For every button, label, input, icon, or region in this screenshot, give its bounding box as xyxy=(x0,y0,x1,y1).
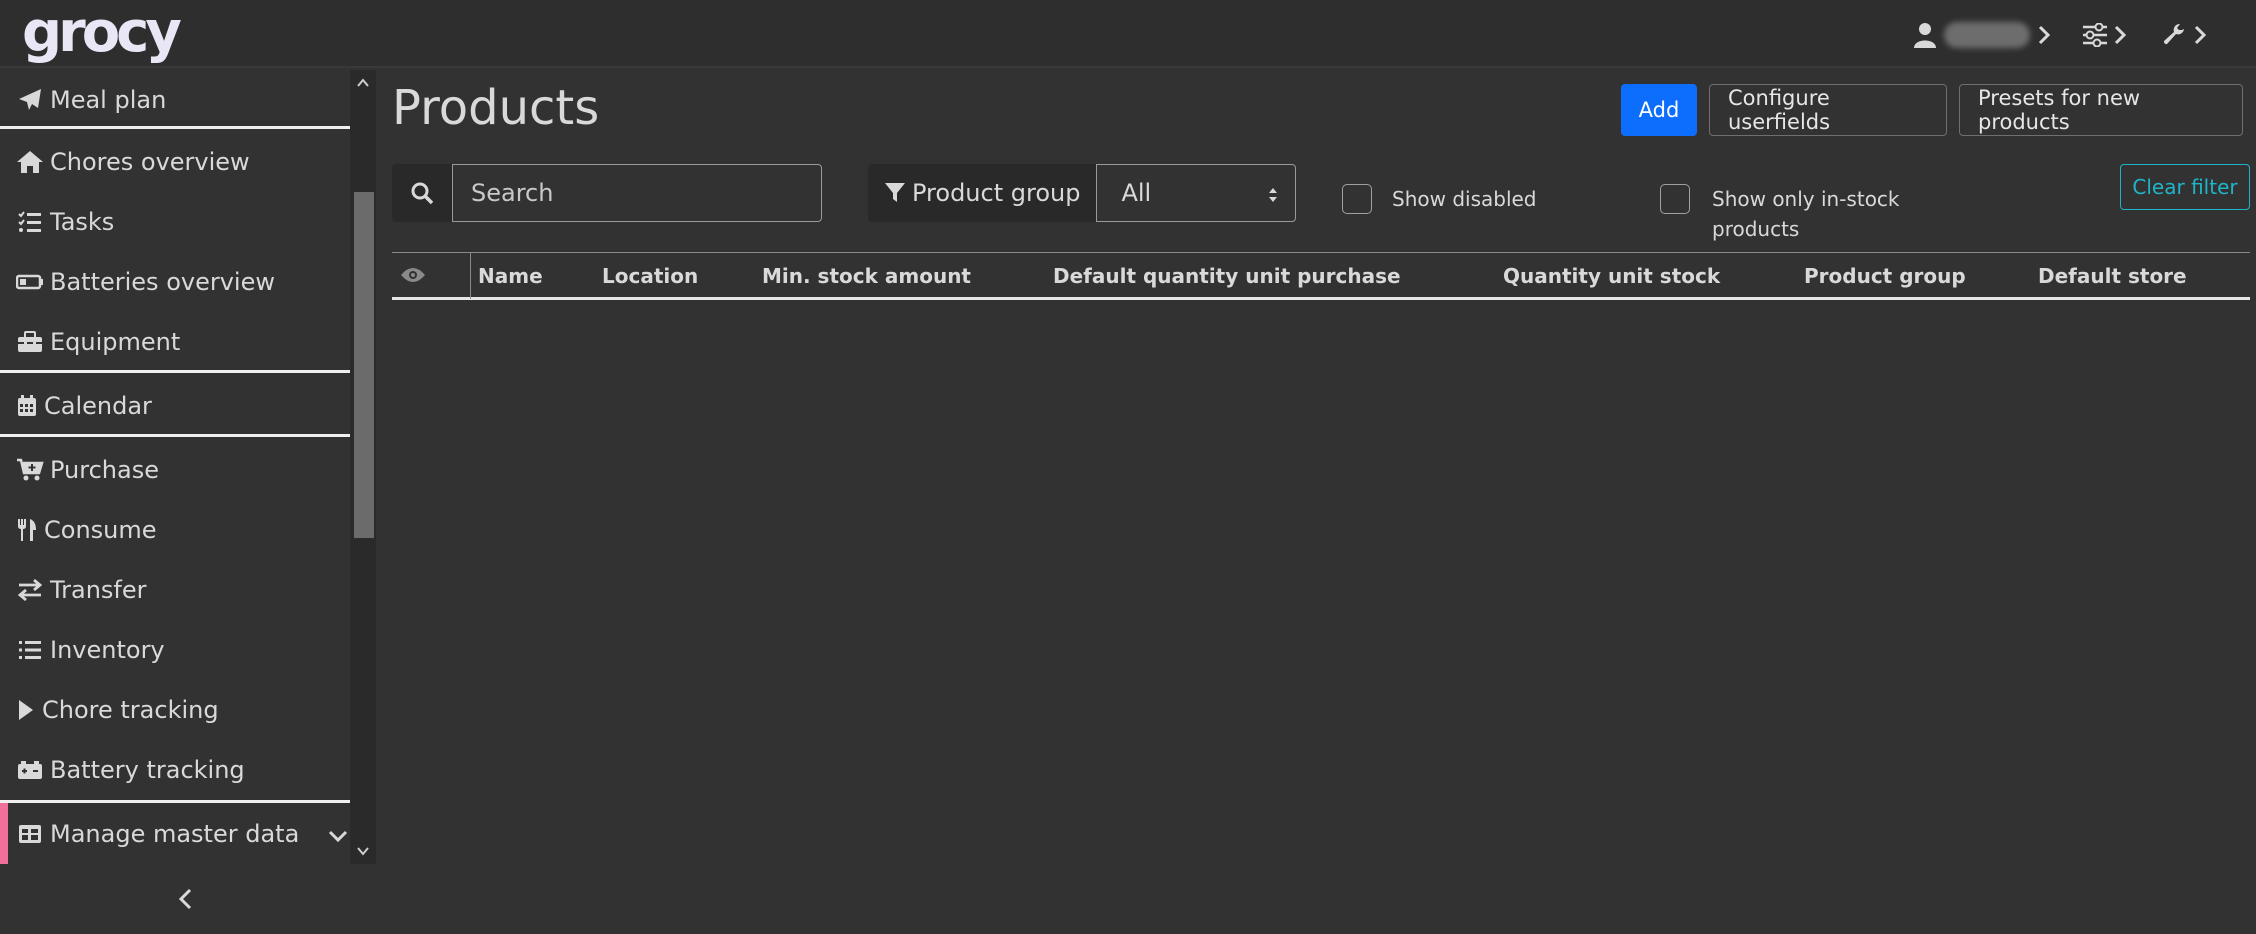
sidebar-scrollbar[interactable] xyxy=(350,70,376,864)
column-header-default-qu-purchase[interactable]: Default quantity unit purchase xyxy=(1053,253,1401,299)
utensils-icon xyxy=(16,516,38,544)
product-group-select[interactable]: All xyxy=(1096,164,1297,222)
sidebar-divider xyxy=(0,370,350,373)
sidebar-item-tasks[interactable]: Tasks xyxy=(0,192,350,252)
tasks-icon xyxy=(16,208,44,236)
app-logo[interactable]: grocy xyxy=(22,2,182,64)
wrench-icon xyxy=(2162,23,2186,47)
column-header-default-store[interactable]: Default store xyxy=(2038,253,2187,299)
page-title: Products xyxy=(392,80,600,136)
sidebar-item-consume[interactable]: Consume xyxy=(0,500,350,560)
scroll-up-icon[interactable] xyxy=(356,76,370,90)
sidebar-item-meal-plan[interactable]: Meal plan xyxy=(0,70,350,130)
select-arrows-icon xyxy=(1267,183,1279,211)
add-button[interactable]: Add xyxy=(1621,84,1697,136)
toolbox-icon xyxy=(16,328,44,356)
sliders-icon xyxy=(2082,23,2108,47)
eye-icon[interactable] xyxy=(400,265,426,289)
chevron-right-icon xyxy=(2038,25,2050,45)
filter-icon xyxy=(884,182,906,204)
sidebar-item-label: Equipment xyxy=(50,328,181,356)
sidebar-item-manage-master-data[interactable]: Manage master data xyxy=(0,803,350,864)
paper-plane-icon xyxy=(16,86,44,114)
in-stock-checkbox[interactable] xyxy=(1660,184,1690,214)
in-stock-label-line2: products xyxy=(1712,217,1800,241)
sidebar-item-chores-overview[interactable]: Chores overview xyxy=(0,132,350,192)
product-group-label-addon: Product group xyxy=(868,164,1097,222)
play-icon xyxy=(16,696,36,724)
sidebar-item-purchase[interactable]: Purchase xyxy=(0,440,350,500)
calendar-icon xyxy=(16,392,38,420)
select-value: All xyxy=(1121,179,1152,207)
column-header-qu-stock[interactable]: Quantity unit stock xyxy=(1503,253,1720,299)
sidebar-item-battery-tracking[interactable]: Battery tracking xyxy=(0,740,350,800)
column-header-name[interactable]: Name xyxy=(478,253,543,299)
in-stock-label-line1: Show only in-stock xyxy=(1712,187,1900,211)
sidebar-divider xyxy=(0,126,350,129)
top-navbar: grocy xyxy=(0,0,2256,68)
list-icon xyxy=(16,636,44,664)
search-input[interactable] xyxy=(452,164,822,222)
home-icon xyxy=(16,148,44,176)
sidebar-item-label: Transfer xyxy=(50,576,147,604)
sidebar-item-label: Purchase xyxy=(50,456,159,484)
sidebar-item-label: Chore tracking xyxy=(42,696,219,724)
products-table-header: Name Location Min. stock amount Default … xyxy=(392,252,2250,300)
show-disabled-checkbox[interactable] xyxy=(1342,184,1372,214)
sidebar-item-label: Battery tracking xyxy=(50,756,245,784)
sidebar-item-transfer[interactable]: Transfer xyxy=(0,560,350,620)
search-icon xyxy=(392,164,452,222)
user-menu[interactable] xyxy=(1914,18,2050,52)
sidebar-divider xyxy=(0,434,350,437)
table-icon xyxy=(16,820,44,848)
in-stock-label: Show only in-stock products xyxy=(1712,184,1900,244)
sidebar-item-label: Chores overview xyxy=(50,148,250,176)
sidebar-collapse-button[interactable] xyxy=(178,888,192,914)
chevron-down-icon xyxy=(328,820,348,848)
tools-menu[interactable] xyxy=(2162,18,2206,52)
column-header-min-stock[interactable]: Min. stock amount xyxy=(762,253,971,299)
show-disabled-label: Show disabled xyxy=(1392,187,1537,211)
in-stock-option: Show only in-stock products xyxy=(1660,184,1900,244)
chevron-right-icon xyxy=(2194,25,2206,45)
sidebar-item-batteries-overview[interactable]: Batteries overview xyxy=(0,252,350,312)
column-header-location[interactable]: Location xyxy=(602,253,698,299)
sidebar-item-inventory[interactable]: Inventory xyxy=(0,620,350,680)
main-content: Products Add Configure userfields Preset… xyxy=(376,70,2256,934)
column-header-product-group[interactable]: Product group xyxy=(1804,253,1966,299)
sidebar-item-label: Consume xyxy=(44,516,157,544)
chevron-left-icon xyxy=(178,888,192,910)
column-divider xyxy=(470,253,471,299)
sidebar-item-calendar[interactable]: Calendar xyxy=(0,376,350,436)
show-disabled-option: Show disabled xyxy=(1342,184,1537,214)
user-icon xyxy=(1914,22,1936,48)
sidebar-item-label: Manage master data xyxy=(50,820,300,848)
filter-label: Product group xyxy=(912,179,1081,207)
sidebar-item-chore-tracking[interactable]: Chore tracking xyxy=(0,680,350,740)
sidebar-item-label: Inventory xyxy=(50,636,165,664)
sidebar-item-label: Calendar xyxy=(44,392,152,420)
sidebar-nav: Meal plan Chores overview Tasks Batterie… xyxy=(0,70,350,864)
user-name-redacted xyxy=(1944,22,2030,48)
presets-button[interactable]: Presets for new products xyxy=(1959,84,2243,136)
scroll-down-icon[interactable] xyxy=(356,844,370,858)
sidebar-item-label: Tasks xyxy=(50,208,115,236)
car-battery-icon xyxy=(16,756,44,784)
configure-userfields-button[interactable]: Configure userfields xyxy=(1709,84,1947,136)
scrollbar-thumb[interactable] xyxy=(354,192,374,538)
sidebar-item-label: Batteries overview xyxy=(50,268,275,296)
sidebar-item-label: Meal plan xyxy=(50,86,167,114)
chevron-right-icon xyxy=(2114,25,2126,45)
exchange-icon xyxy=(16,576,44,604)
product-group-filter: Product group All xyxy=(868,164,1297,222)
battery-icon xyxy=(16,268,44,296)
clear-filter-button[interactable]: Clear filter xyxy=(2120,164,2250,210)
cart-icon xyxy=(16,456,44,484)
sidebar: Meal plan Chores overview Tasks Batterie… xyxy=(0,70,376,934)
settings-menu[interactable] xyxy=(2082,18,2126,52)
sidebar-item-equipment[interactable]: Equipment xyxy=(0,312,350,372)
search-group xyxy=(392,164,822,222)
